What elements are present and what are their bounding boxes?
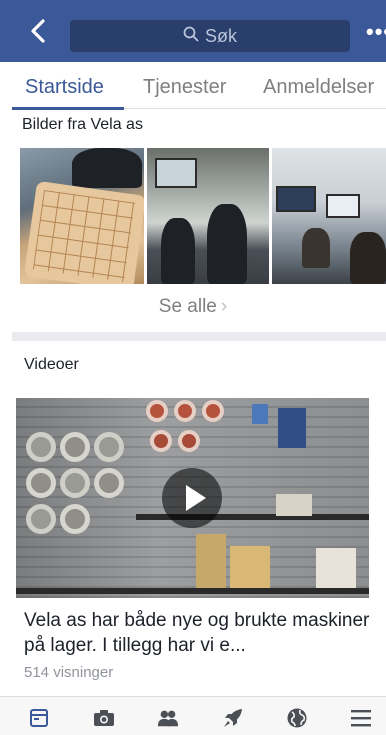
video-thumbnail[interactable] <box>16 398 369 598</box>
frame-edge <box>0 62 12 735</box>
photo-screen-shape <box>326 194 360 218</box>
back-chevron-icon[interactable] <box>26 18 52 44</box>
search-placeholder: Søk <box>204 25 237 46</box>
sanding-disc-shape <box>60 504 90 534</box>
sanding-disc-shape <box>60 432 90 462</box>
red-disc-shape <box>202 400 224 422</box>
product-box-shape <box>276 494 312 516</box>
photo-thumbnail[interactable] <box>272 148 386 284</box>
tab-tjenester[interactable]: Tjenester <box>143 76 226 99</box>
sanding-disc-shape <box>26 432 56 462</box>
active-tab-indicator <box>12 107 124 110</box>
photos-section-title: Bilder fra Vela as <box>22 116 143 133</box>
red-disc-shape <box>178 430 200 452</box>
red-disc-shape <box>174 400 196 422</box>
photo-person-shape <box>207 204 247 284</box>
sanding-disc-shape <box>94 468 124 498</box>
camera-icon[interactable] <box>93 707 115 729</box>
chevron-right-icon: › <box>220 296 228 317</box>
people-icon[interactable] <box>157 707 179 729</box>
shelf-shape <box>16 588 369 594</box>
section-divider <box>12 332 386 341</box>
see-all-photos-link[interactable]: Se alle › <box>0 296 386 318</box>
photo-person-shape <box>350 232 386 284</box>
tab-anmeldelser[interactable]: Anmeldelser <box>263 76 374 99</box>
search-input[interactable]: Søk <box>70 20 350 52</box>
see-all-label: Se alle <box>158 296 217 317</box>
sanding-disc-shape <box>26 504 56 534</box>
product-box-shape <box>196 534 226 588</box>
product-box-shape <box>252 404 268 424</box>
hamburger-menu-icon[interactable] <box>350 707 372 729</box>
globe-icon[interactable] <box>286 707 308 729</box>
search-icon <box>183 26 199 47</box>
photo-screen-shape <box>276 186 316 212</box>
page-home-icon[interactable] <box>28 707 50 729</box>
product-box-shape <box>230 546 270 588</box>
rocket-icon[interactable] <box>222 707 244 729</box>
sanding-disc-shape <box>26 468 56 498</box>
photo-thumbnail[interactable] <box>20 148 144 284</box>
play-icon[interactable] <box>162 468 222 528</box>
photo-thumbnail[interactable] <box>147 148 269 284</box>
video-view-count: 514 visninger <box>24 664 114 681</box>
more-dots-icon[interactable]: ••• <box>366 21 386 43</box>
bottom-navigation-bar <box>0 696 386 735</box>
photo-person-shape <box>72 148 142 188</box>
red-disc-shape <box>150 430 172 452</box>
page-tabs: Startside Tjenester Anmeldelser <box>0 62 386 110</box>
sanding-disc-shape <box>94 432 124 462</box>
product-box-shape <box>278 408 306 448</box>
video-caption[interactable]: Vela as har både nye og brukte maskiner … <box>24 608 370 658</box>
photo-person-shape <box>161 218 195 284</box>
red-disc-shape <box>146 400 168 422</box>
product-box-shape <box>316 548 356 588</box>
sanding-disc-shape <box>60 468 90 498</box>
videos-section-title: Videoer <box>24 356 79 373</box>
photo-person-shape <box>302 228 330 268</box>
photo-board-grid <box>32 189 136 283</box>
top-navigation-bar: Søk ••• <box>0 0 386 62</box>
photo-machine-shape <box>155 158 197 188</box>
tab-startside[interactable]: Startside <box>25 76 104 99</box>
